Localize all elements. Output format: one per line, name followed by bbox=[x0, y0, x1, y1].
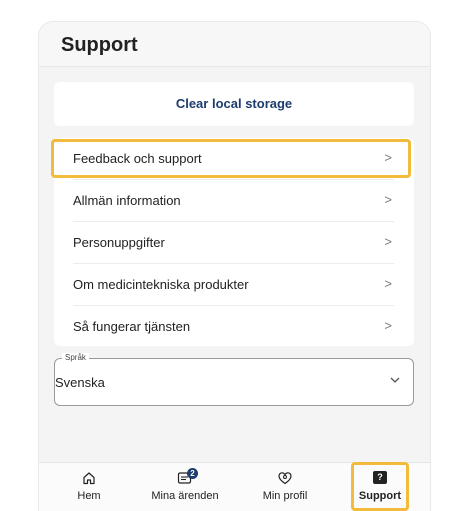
menu-item-personal-data[interactable]: Personuppgifter > bbox=[54, 222, 414, 263]
clear-storage-card: Clear local storage bbox=[54, 82, 414, 126]
menu-item-medical-devices[interactable]: Om medicintekniska produkter > bbox=[54, 264, 414, 305]
language-value-text: Svenska bbox=[55, 375, 105, 390]
clear-local-storage-button[interactable]: Clear local storage bbox=[54, 82, 414, 126]
chevron-right-icon: > bbox=[384, 234, 392, 249]
language-select[interactable]: Språk Svenska bbox=[54, 353, 414, 406]
nav-my-cases[interactable]: 2 Mina ärenden bbox=[145, 463, 225, 511]
support-menu: Feedback och support > Allmän informatio… bbox=[54, 138, 414, 346]
chevron-right-icon: > bbox=[384, 276, 392, 291]
nav-my-profile[interactable]: Min profil bbox=[251, 463, 319, 511]
notification-badge: 2 bbox=[187, 468, 198, 479]
menu-item-how-it-works[interactable]: Så fungerar tjänsten > bbox=[54, 306, 414, 347]
inbox-icon-wrap: 2 bbox=[177, 468, 198, 485]
chevron-down-icon bbox=[390, 377, 400, 383]
nav-home[interactable]: Hem bbox=[59, 463, 119, 511]
menu-item-label: Om medicintekniska produkter bbox=[73, 277, 249, 292]
nav-label: Min profil bbox=[262, 490, 308, 502]
menu-item-label: Så fungerar tjänsten bbox=[73, 319, 191, 334]
chevron-right-icon: > bbox=[384, 150, 392, 165]
nav-label: Mina ärenden bbox=[151, 490, 219, 502]
chevron-right-icon: > bbox=[384, 318, 392, 333]
menu-item-feedback[interactable]: Feedback och support > bbox=[54, 138, 414, 179]
help-icon: ? bbox=[373, 471, 387, 484]
page-header: Support bbox=[39, 22, 430, 67]
page-title: Support bbox=[61, 34, 138, 56]
nav-support[interactable]: ? Support bbox=[351, 463, 409, 511]
menu-item-label: Allmän information bbox=[73, 193, 181, 208]
app-frame: Support Clear local storage Feedback och… bbox=[39, 22, 430, 511]
language-label: Språk bbox=[62, 353, 89, 363]
nav-label: Hem bbox=[77, 490, 101, 502]
bottom-navigation: Hem 2 Mina ärenden Min profil ? Support bbox=[39, 462, 430, 511]
nav-label: Support bbox=[358, 490, 402, 502]
chevron-right-icon: > bbox=[384, 192, 392, 207]
menu-item-label: Feedback och support bbox=[73, 151, 202, 166]
home-icon bbox=[83, 472, 95, 485]
menu-item-general-info[interactable]: Allmän information > bbox=[54, 180, 414, 221]
profile-icon bbox=[278, 472, 292, 485]
menu-item-label: Personuppgifter bbox=[73, 235, 165, 250]
